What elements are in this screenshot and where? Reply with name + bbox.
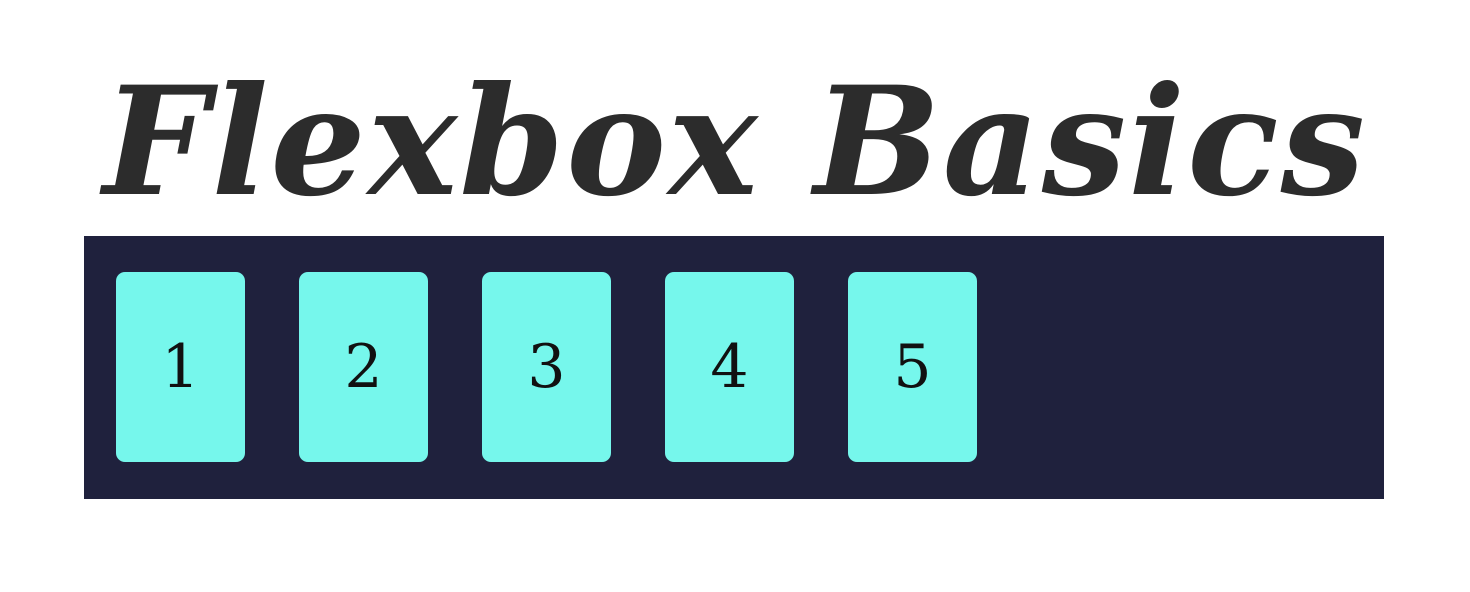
page-title: Flexbox Basics [102,54,1368,230]
page: Flexbox Basics 1 2 3 4 5 [0,0,1470,592]
flex-item-5: 5 [848,272,977,462]
flex-container: 1 2 3 4 5 [84,236,1384,499]
flex-item-2: 2 [299,272,428,462]
flex-item-4: 4 [665,272,794,462]
flex-item-1: 1 [116,272,245,462]
flex-item-3: 3 [482,272,611,462]
